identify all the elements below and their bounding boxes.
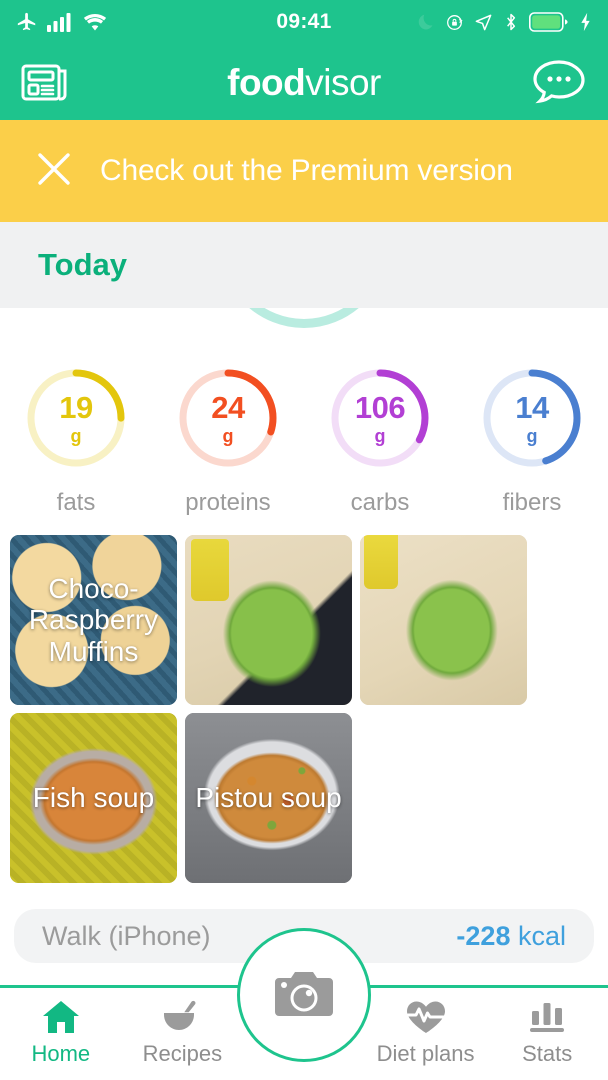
food-card-title (360, 535, 527, 705)
app-header: foodvisor (0, 44, 608, 120)
proteins-label: proteins (185, 489, 271, 516)
carbs-value-group: 106 g (328, 366, 432, 470)
food-card-pistou-soup[interactable]: Pistou soup (185, 713, 352, 883)
proteins-value-group: 24 g (176, 366, 280, 470)
macro-fibers[interactable]: 14 g fibers (456, 366, 608, 517)
food-card-fish-soup[interactable]: Fish soup (10, 713, 177, 883)
activity-calories: -228 kcal (456, 921, 566, 952)
food-card-apple-2[interactable] (360, 535, 527, 705)
news-feed-button[interactable] (20, 60, 70, 105)
food-card-title (185, 535, 352, 705)
do-not-disturb-moon-icon (418, 14, 433, 30)
premium-banner-text: Check out the Premium version (100, 154, 513, 187)
food-card-title: Fish soup (32, 782, 155, 814)
food-row: Choco-Raspberry Muffins (10, 535, 598, 705)
bar-chart-icon (530, 1003, 565, 1032)
fats-unit: g (70, 425, 82, 446)
food-row: Fish soup Pistou soup (10, 713, 598, 883)
brand-bold: food (227, 61, 306, 103)
heart-pulse-icon (406, 1001, 446, 1033)
bluetooth-icon (507, 13, 516, 31)
macro-carbs[interactable]: 106 g carbs (304, 366, 456, 517)
food-card-muffins[interactable]: Choco-Raspberry Muffins (10, 535, 177, 705)
status-bar-right-icons (417, 12, 592, 32)
activity-calories-value: -228 (456, 920, 511, 951)
fats-value-group: 19 g (24, 366, 128, 470)
camera-capture-button[interactable] (237, 928, 371, 1062)
macro-proteins[interactable]: 24 g proteins (152, 366, 304, 517)
location-arrow-icon (475, 14, 492, 30)
macro-rings: 19 g fats 24 g proteins 106 g carbs 14 g… (0, 332, 608, 523)
chat-bubble-icon (533, 60, 585, 104)
mortar-pestle-icon (164, 1000, 196, 1030)
app-screen: 09:41 foodvisor Check out the Premium ve… (0, 0, 608, 1080)
fibers-ring: 14 g (480, 366, 584, 470)
food-card-apple-1[interactable] (185, 535, 352, 705)
fibers-unit: g (526, 425, 538, 446)
tab-home[interactable]: Home (0, 988, 122, 1067)
news-feed-icon (21, 64, 67, 100)
food-card-title: Pistou soup (195, 782, 342, 814)
chat-button[interactable] (530, 58, 588, 106)
fibers-label: fibers (502, 489, 562, 516)
tab-stats[interactable]: Stats (486, 988, 608, 1067)
premium-banner[interactable]: Check out the Premium version (0, 120, 608, 222)
app-title: foodvisor (0, 64, 608, 101)
fats-label: fats (56, 489, 96, 516)
today-section-header: Today (0, 222, 608, 308)
proteins-value: 24 (211, 389, 245, 425)
proteins-ring: 24 g (176, 366, 280, 470)
calorie-ring-peek (0, 308, 608, 332)
today-label: Today (38, 247, 127, 282)
close-x-icon (38, 152, 70, 185)
brand-light: visor (305, 61, 381, 103)
tab-stats-label: Stats (522, 1041, 573, 1066)
tab-diet-plans[interactable]: Diet plans (365, 988, 487, 1067)
carbs-ring: 106 g (328, 366, 432, 470)
fibers-value: 14 (515, 389, 549, 425)
activity-name: Walk (iPhone) (42, 920, 211, 951)
airplane-mode-icon (17, 12, 36, 31)
rotation-lock-icon (447, 14, 463, 30)
fats-value: 19 (59, 389, 93, 425)
charging-bolt-icon (581, 12, 590, 32)
fibers-value-group: 14 g (480, 366, 584, 470)
calorie-ring-arc (219, 308, 389, 328)
tab-recipes[interactable]: Recipes (122, 988, 244, 1067)
activity-calories-unit: kcal (517, 920, 566, 951)
cellular-signal-icon (47, 13, 71, 32)
home-icon (42, 1001, 79, 1033)
battery-icon (529, 12, 568, 32)
carbs-label: carbs (350, 489, 410, 516)
status-bar-left-icons (16, 11, 108, 33)
daily-summary-content: 19 g fats 24 g proteins 106 g carbs 14 g… (0, 308, 608, 963)
food-card-title: Choco-Raspberry Muffins (28, 572, 159, 667)
macro-fats[interactable]: 19 g fats (0, 366, 152, 517)
wifi-icon (83, 14, 107, 31)
carbs-value: 106 (354, 389, 406, 425)
carbs-unit: g (374, 425, 386, 446)
food-entries-grid: Choco-Raspberry Muffins Fish soup Pistou… (0, 523, 608, 883)
tab-diet-plans-label: Diet plans (376, 1041, 475, 1066)
banner-close-button[interactable] (34, 149, 74, 194)
tab-recipes-label: Recipes (142, 1041, 223, 1066)
tab-home-label: Home (31, 1041, 91, 1066)
fats-ring: 19 g (24, 366, 128, 470)
proteins-unit: g (222, 425, 234, 446)
camera-icon (275, 972, 333, 1016)
status-bar: 09:41 (0, 0, 608, 44)
